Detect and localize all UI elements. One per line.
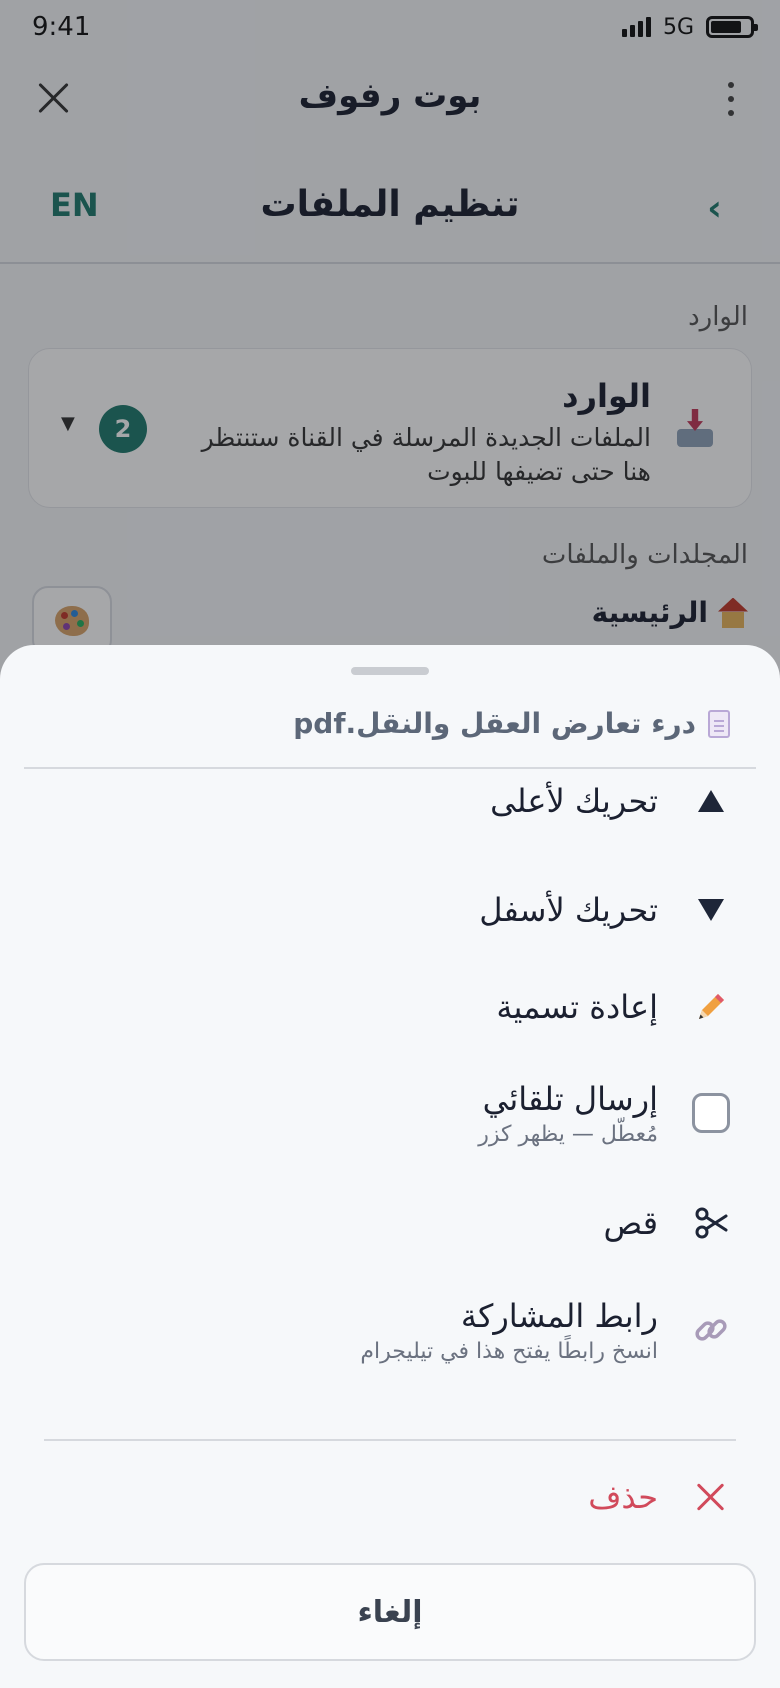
pencil-icon [692, 988, 730, 1026]
auto-send-label: إرسال تلقائي [482, 1079, 658, 1118]
divider [44, 1439, 736, 1441]
share-link-item[interactable]: رابط المشاركة انسخ رابطًا يفتح هذا في تي… [50, 1275, 730, 1385]
action-sheet: درء تعارض العقل والنقل.pdf تحريك لأعلى ت… [0, 645, 780, 1688]
move-up-item[interactable]: تحريك لأعلى [50, 741, 730, 861]
cancel-button[interactable]: إلغاء [24, 1563, 756, 1661]
link-icon [692, 1311, 730, 1349]
delete-label: حذف [588, 1478, 658, 1516]
delete-item[interactable]: حذف [50, 1457, 730, 1537]
file-name: درء تعارض العقل والنقل.pdf [293, 707, 696, 740]
sheet-grabber[interactable] [351, 667, 429, 675]
auto-send-sublabel: مُعطّل — يظهر كزر [478, 1121, 658, 1147]
scissors-icon [692, 1204, 730, 1242]
cut-item[interactable]: قص [50, 1183, 730, 1263]
move-down-label: تحريك لأسفل [479, 891, 658, 929]
sheet-file-header: درء تعارض العقل والنقل.pdf [293, 707, 730, 740]
share-link-sublabel: انسخ رابطًا يفتح هذا في تيليجرام [360, 1338, 658, 1364]
auto-send-checkbox[interactable] [692, 1093, 730, 1133]
rename-label: إعادة تسمية [496, 988, 658, 1026]
auto-send-item[interactable]: إرسال تلقائي مُعطّل — يظهر كزر [50, 1063, 730, 1163]
share-link-label: رابط المشاركة [460, 1296, 658, 1335]
cut-label: قص [603, 1204, 659, 1242]
triangle-up-icon [692, 782, 730, 820]
move-up-label: تحريك لأعلى [490, 782, 658, 820]
triangle-down-icon [692, 891, 730, 929]
close-icon [692, 1478, 730, 1516]
document-icon [708, 709, 730, 738]
rename-item[interactable]: إعادة تسمية [50, 967, 730, 1047]
move-down-item[interactable]: تحريك لأسفل [50, 870, 730, 950]
